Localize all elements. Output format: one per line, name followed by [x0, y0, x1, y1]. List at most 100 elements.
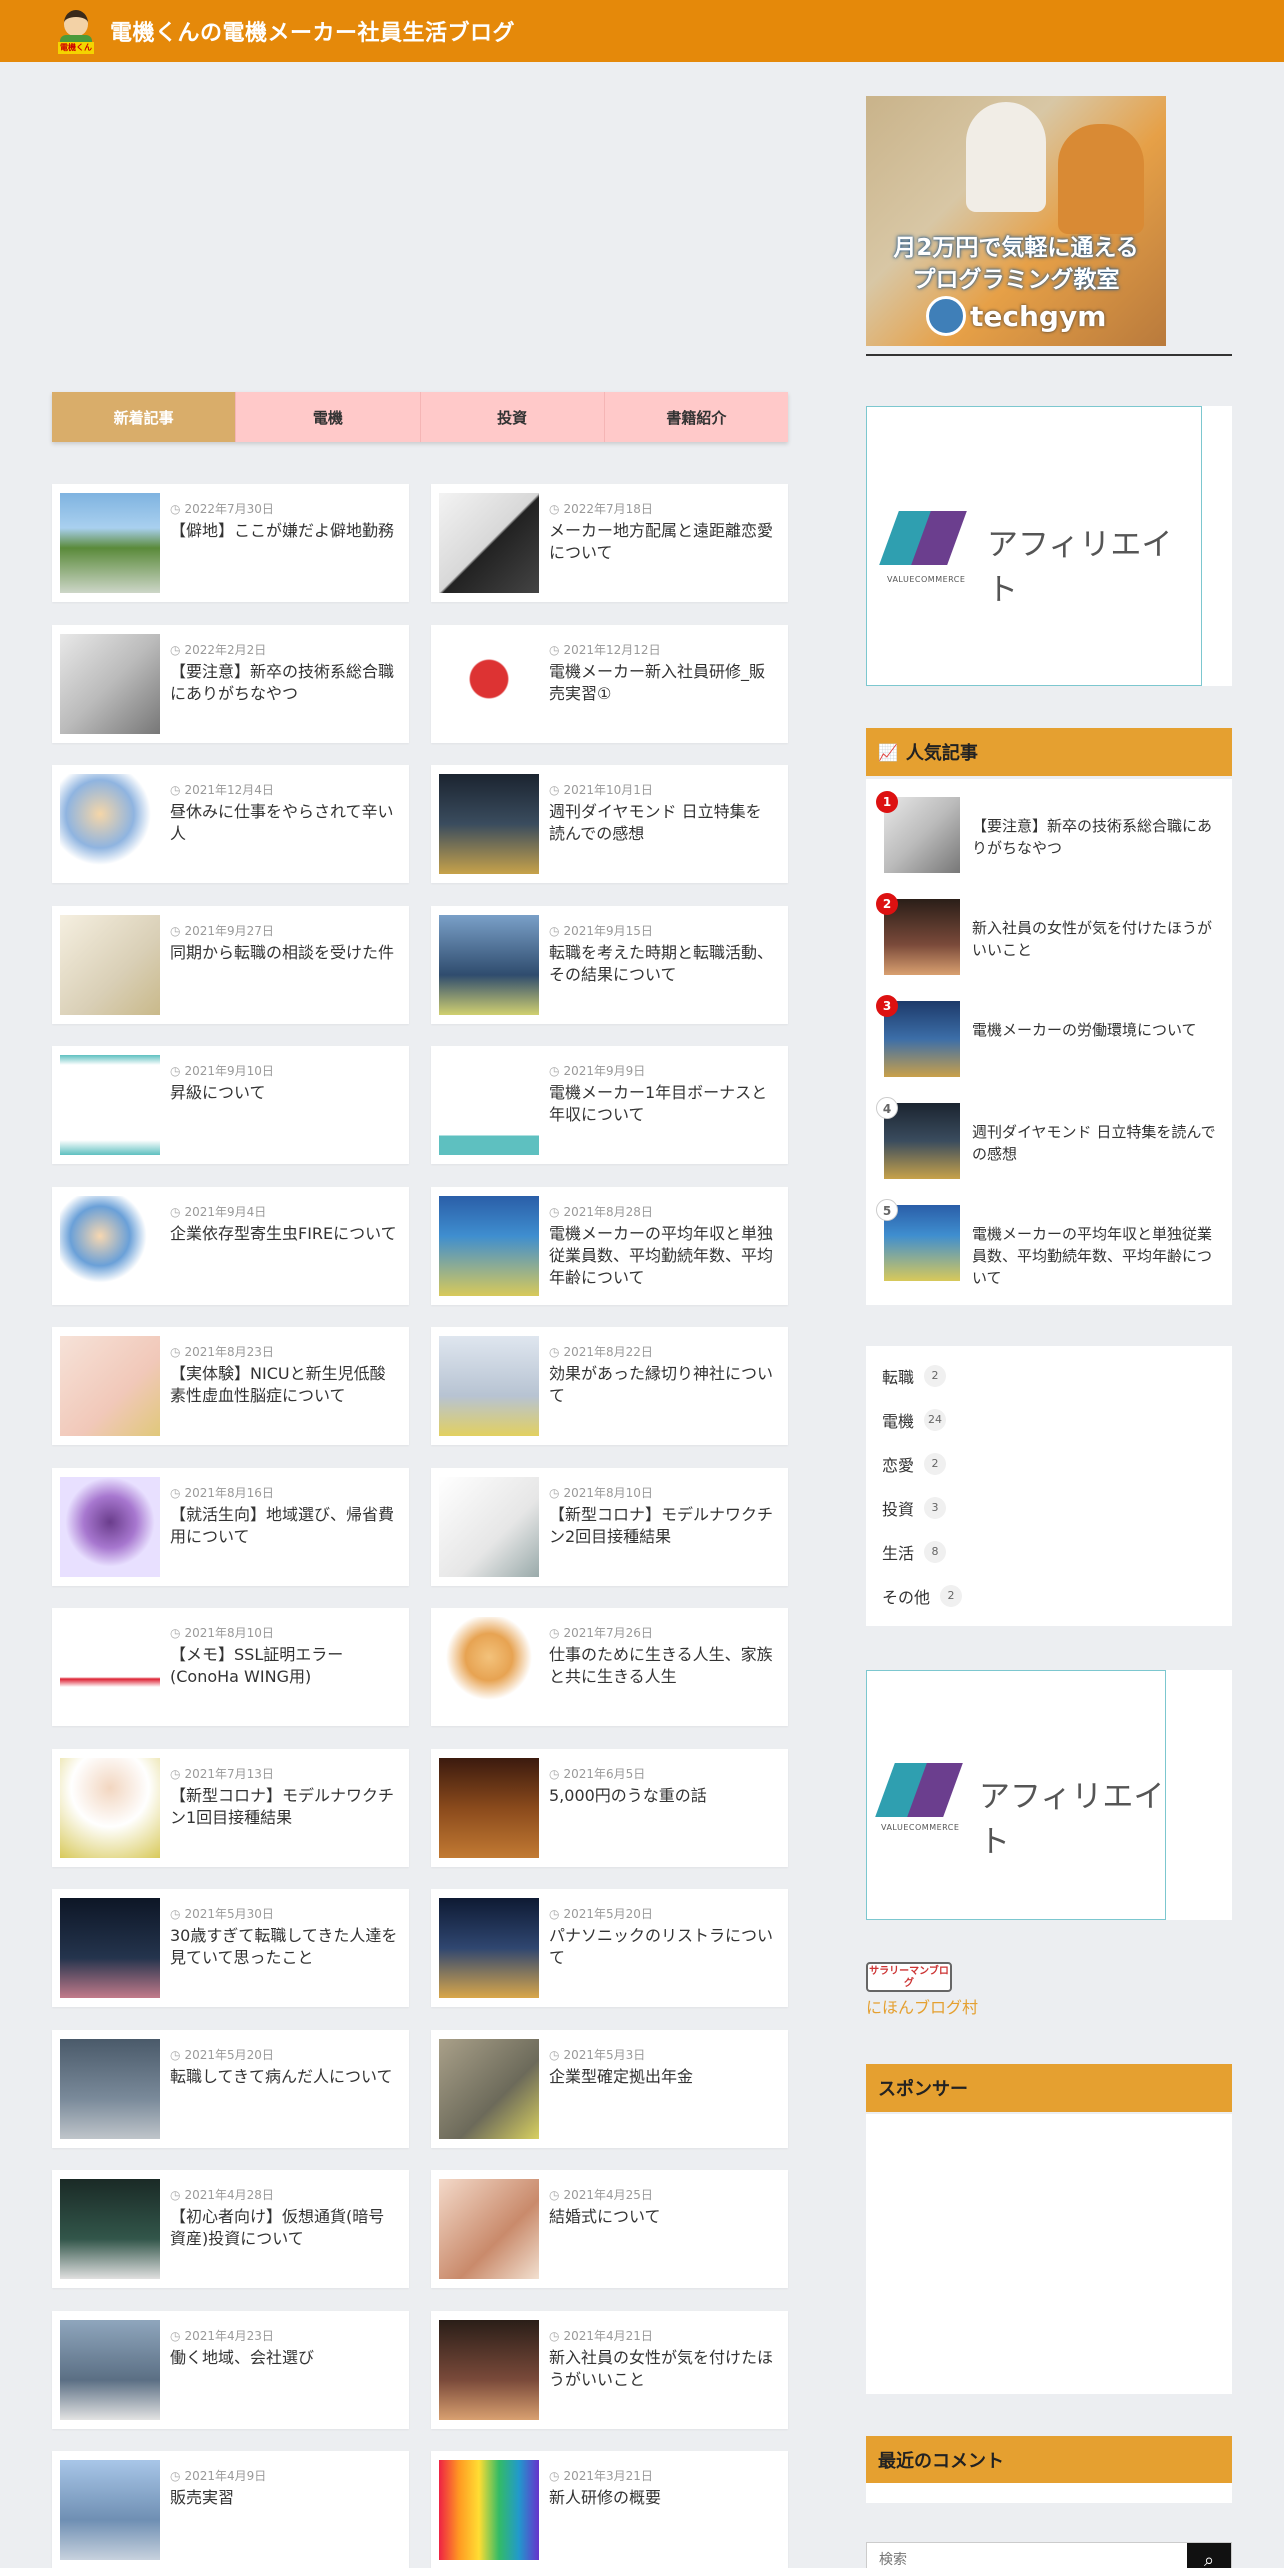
- post-thumbnail: [439, 1055, 539, 1155]
- post-date: 2021年5月20日: [170, 2046, 273, 2063]
- post-card[interactable]: 2022年2月2日【要注意】新卒の技術系総合職にありがちなやつ: [52, 624, 409, 743]
- post-card[interactable]: 2021年9月10日昇級について: [52, 1046, 409, 1164]
- post-title[interactable]: 【要注意】新卒の技術系総合職にありがちなやつ: [170, 661, 398, 705]
- post-card[interactable]: 2021年3月21日新人研修の概要: [431, 2451, 788, 2568]
- category-item[interactable]: 恋愛 2: [882, 1448, 947, 1480]
- post-card[interactable]: 2021年10月1日週刊ダイヤモンド 日立特集を読んでの感想: [431, 765, 788, 883]
- post-card[interactable]: 2021年4月9日販売実習: [52, 2451, 409, 2568]
- post-title[interactable]: 電機メーカーの平均年収と単独従業員数、平均勤続年数、平均年齢について: [549, 1223, 777, 1289]
- post-title[interactable]: 【初心者向け】仮想通貨(暗号資産)投資について: [170, 2206, 398, 2250]
- popular-item[interactable]: 1 【要注意】新卒の技術系総合職にありがちなやつ: [866, 789, 1232, 881]
- post-card[interactable]: 2021年5月20日転職してきて病んだ人について: [52, 2029, 409, 2148]
- post-title[interactable]: 【就活生向】地域選び、帰省費用について: [170, 1504, 398, 1548]
- post-card[interactable]: 2021年7月13日【新型コロナ】モデルナワクチン1回目接種結果: [52, 1748, 409, 1867]
- post-card[interactable]: 2021年8月10日【新型コロナ】モデルナワクチン2回目接種結果: [431, 1467, 788, 1586]
- post-card[interactable]: 2021年9月9日電機メーカー1年目ボーナスと年収について: [431, 1046, 788, 1164]
- affiliate-ad-2[interactable]: VALUECOMMERCE アフィリエイト: [866, 1670, 1232, 1920]
- post-card[interactable]: 2021年8月16日【就活生向】地域選び、帰省費用について: [52, 1467, 409, 1586]
- search-input[interactable]: [867, 2543, 1187, 2568]
- post-title[interactable]: 転職を考えた時期と転職活動、その結果について: [549, 942, 777, 986]
- post-title[interactable]: 昼休みに仕事をやらされて辛い人: [170, 801, 398, 845]
- post-thumbnail: [439, 1757, 539, 1858]
- post-date: 2022年7月18日: [549, 500, 652, 517]
- post-card[interactable]: 2021年9月4日企業依存型寄生虫FIREについて: [52, 1186, 409, 1305]
- post-title[interactable]: 仕事のために生きる人生、家族と共に生きる人生: [549, 1644, 777, 1688]
- post-title[interactable]: 販売実習: [170, 2487, 398, 2509]
- popular-title[interactable]: 新入社員の女性が気を付けたほうがいいこと: [972, 917, 1220, 961]
- post-title[interactable]: 働く地域、会社選び: [170, 2347, 398, 2369]
- post-title[interactable]: 【メモ】SSL証明エラー(ConoHa WING用): [170, 1644, 398, 1688]
- post-title[interactable]: パナソニックのリストラについて: [549, 1925, 777, 1969]
- site-logo[interactable]: 電機くん: [56, 8, 96, 54]
- techgym-ad-banner[interactable]: 月2万円で気軽に通える プログラミング教室 techgym: [866, 96, 1166, 346]
- post-title[interactable]: 効果があった縁切り神社について: [549, 1363, 777, 1407]
- popular-item[interactable]: 3 電機メーカーの労働環境について: [866, 993, 1232, 1085]
- post-title[interactable]: 週刊ダイヤモンド 日立特集を読んでの感想: [549, 801, 777, 845]
- category-item[interactable]: 電機 24: [882, 1404, 947, 1436]
- salaryman-blog-badge[interactable]: サラリーマンブログ: [866, 1962, 952, 1992]
- post-card[interactable]: 2021年9月15日転職を考えた時期と転職活動、その結果について: [431, 905, 788, 1024]
- category-name: その他: [882, 1588, 931, 1607]
- popular-item[interactable]: 4 週刊ダイヤモンド 日立特集を読んでの感想: [866, 1095, 1232, 1187]
- post-card[interactable]: 2022年7月18日メーカー地方配属と遠距離恋愛について: [431, 484, 788, 602]
- post-title[interactable]: 同期から転職の相談を受けた件: [170, 942, 398, 964]
- post-title[interactable]: 電機メーカー1年目ボーナスと年収について: [549, 1082, 777, 1126]
- post-title[interactable]: 5,000円のうな重の話: [549, 1785, 777, 1807]
- popular-item[interactable]: 5 電機メーカーの平均年収と単独従業員数、平均勤続年数、平均年齢について: [866, 1197, 1232, 1289]
- tab-denki[interactable]: 電機: [235, 392, 420, 442]
- category-item[interactable]: 転職 2: [882, 1360, 947, 1392]
- category-item[interactable]: 投資 3: [882, 1492, 947, 1524]
- popular-title[interactable]: 【要注意】新卒の技術系総合職にありがちなやつ: [972, 815, 1220, 859]
- valuecommerce-logo-icon: [875, 1763, 963, 1823]
- tab-new-posts[interactable]: 新着記事: [52, 392, 236, 442]
- post-card[interactable]: 2021年8月22日効果があった縁切り神社について: [431, 1327, 788, 1445]
- post-card[interactable]: 2022年7月30日【僻地】ここが嫌だよ僻地勤務: [52, 484, 409, 602]
- post-thumbnail: [439, 493, 539, 593]
- category-item[interactable]: 生活 8: [882, 1536, 947, 1568]
- post-card[interactable]: 2021年8月10日【メモ】SSL証明エラー(ConoHa WING用): [52, 1608, 409, 1726]
- post-date: 2021年4月21日: [549, 2327, 652, 2344]
- post-thumbnail: [439, 1898, 539, 1998]
- post-card[interactable]: 2021年4月23日働く地域、会社選び: [52, 2310, 409, 2429]
- post-title[interactable]: 電機メーカー新入社員研修_販売実習①: [549, 661, 777, 705]
- site-title[interactable]: 電機くんの電機メーカー社員生活ブログ: [110, 15, 515, 47]
- popular-title[interactable]: 週刊ダイヤモンド 日立特集を読んでの感想: [972, 1121, 1220, 1165]
- post-card[interactable]: 2021年12月4日昼休みに仕事をやらされて辛い人: [52, 765, 409, 883]
- nihon-blog-mura-link[interactable]: にほんブログ村: [866, 1994, 978, 2018]
- post-tabs: 新着記事 電機 投資 書籍紹介: [52, 392, 788, 442]
- affiliate-ad-1[interactable]: VALUECOMMERCE アフィリエイト: [866, 406, 1232, 686]
- popular-item[interactable]: 2 新入社員の女性が気を付けたほうがいいこと: [866, 891, 1232, 983]
- post-card[interactable]: 2021年8月28日電機メーカーの平均年収と単独従業員数、平均勤続年数、平均年齢…: [431, 1186, 788, 1305]
- post-title[interactable]: メーカー地方配属と遠距離恋愛について: [549, 520, 777, 564]
- post-title[interactable]: 転職してきて病んだ人について: [170, 2066, 398, 2088]
- post-title[interactable]: 企業依存型寄生虫FIREについて: [170, 1223, 398, 1245]
- post-card[interactable]: 2021年4月21日新入社員の女性が気を付けたほうがいいこと: [431, 2310, 788, 2429]
- post-title[interactable]: 企業型確定拠出年金: [549, 2066, 777, 2088]
- post-title[interactable]: 昇級について: [170, 1082, 398, 1104]
- post-card[interactable]: 2021年12月12日電機メーカー新入社員研修_販売実習①: [431, 624, 788, 743]
- post-title[interactable]: 【実体験】NICUと新生児低酸素性虚血性脳症について: [170, 1363, 398, 1407]
- category-item[interactable]: その他 2: [882, 1580, 963, 1612]
- search-icon[interactable]: ⌕: [1187, 2543, 1231, 2568]
- tab-investment[interactable]: 投資: [419, 392, 604, 442]
- post-title[interactable]: 【新型コロナ】モデルナワクチン2回目接種結果: [549, 1504, 777, 1548]
- popular-title[interactable]: 電機メーカーの平均年収と単独従業員数、平均勤続年数、平均年齢について: [972, 1223, 1220, 1289]
- tab-books[interactable]: 書籍紹介: [603, 392, 788, 442]
- post-title[interactable]: 新入社員の女性が気を付けたほうがいいこと: [549, 2347, 777, 2391]
- post-card[interactable]: 2021年5月30日 30歳すぎて転職してきた人達を見ていて思ったこと: [52, 1889, 409, 2007]
- popular-title[interactable]: 電機メーカーの労働環境について: [972, 1019, 1220, 1041]
- post-title[interactable]: 新人研修の概要: [549, 2487, 777, 2509]
- post-card[interactable]: 2021年9月27日同期から転職の相談を受けた件: [52, 905, 409, 1024]
- post-date: 2021年3月21日: [549, 2467, 652, 2484]
- post-card[interactable]: 2021年7月26日仕事のために生きる人生、家族と共に生きる人生: [431, 1608, 788, 1726]
- post-card[interactable]: 2021年4月28日【初心者向け】仮想通貨(暗号資産)投資について: [52, 2170, 409, 2288]
- post-title[interactable]: 30歳すぎて転職してきた人達を見ていて思ったこと: [170, 1925, 398, 1969]
- post-card[interactable]: 2021年5月3日企業型確定拠出年金: [431, 2029, 788, 2148]
- post-title[interactable]: 結婚式について: [549, 2206, 777, 2228]
- post-card[interactable]: 2021年8月23日【実体験】NICUと新生児低酸素性虚血性脳症について: [52, 1327, 409, 1445]
- post-card[interactable]: 2021年4月25日結婚式について: [431, 2170, 788, 2288]
- post-title[interactable]: 【新型コロナ】モデルナワクチン1回目接種結果: [170, 1785, 398, 1829]
- post-title[interactable]: 【僻地】ここが嫌だよ僻地勤務: [170, 520, 398, 542]
- post-card[interactable]: 2021年6月5日 5,000円のうな重の話: [431, 1748, 788, 1867]
- post-card[interactable]: 2021年5月20日パナソニックのリストラについて: [431, 1889, 788, 2007]
